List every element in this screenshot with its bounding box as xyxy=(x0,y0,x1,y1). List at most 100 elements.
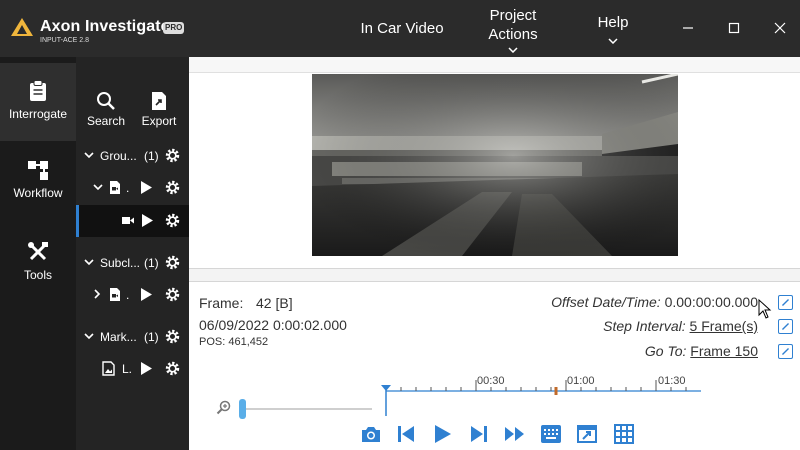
chevron-right-icon[interactable] xyxy=(93,289,101,299)
image-file-icon xyxy=(102,361,115,376)
tree-row-file[interactable]: . xyxy=(76,173,189,203)
step-back-icon[interactable] xyxy=(394,422,418,446)
zoom-slider-track[interactable] xyxy=(240,408,372,410)
offset-label: Offset Date/Time: xyxy=(551,294,661,310)
nav-workflow-label: Workflow xyxy=(13,186,63,200)
grid-icon[interactable] xyxy=(612,422,636,446)
viewer-divider[interactable] xyxy=(189,268,800,282)
playback-info-panel: Frame: 42 [B] 06/09/2022 0:00:02.000 POS… xyxy=(189,282,800,450)
file-video-icon xyxy=(110,288,120,301)
tree-marker-label: Mark... xyxy=(100,330,137,344)
nav-tools[interactable]: Tools xyxy=(0,227,76,305)
search-button[interactable]: Search xyxy=(86,91,126,128)
gear-icon[interactable] xyxy=(164,179,181,196)
chevron-down-icon[interactable] xyxy=(84,151,94,159)
play-icon[interactable] xyxy=(140,361,153,376)
play-icon[interactable] xyxy=(430,422,454,446)
tree-row-group[interactable]: Grou... (1) xyxy=(76,141,189,171)
step-label: Step Interval: xyxy=(603,318,686,334)
minimize-icon[interactable] xyxy=(678,18,698,38)
close-icon[interactable] xyxy=(770,18,790,38)
step-interval-field: Step Interval: 5 Frame(s) xyxy=(603,318,758,334)
tree-row-subclip-file[interactable]: . xyxy=(76,280,189,310)
offset-datetime-field: Offset Date/Time: 0.00:00:00.000 xyxy=(551,294,758,310)
gear-icon[interactable] xyxy=(164,147,181,164)
clipboard-icon xyxy=(30,80,46,101)
menu-in-car-video[interactable]: In Car Video xyxy=(352,20,452,37)
nav-tools-label: Tools xyxy=(23,268,52,282)
fast-forward-icon[interactable] xyxy=(503,422,527,446)
menu-project-actions[interactable]: Project Actions xyxy=(473,6,553,53)
menu-help[interactable]: Help xyxy=(588,14,638,44)
export-label: Export xyxy=(141,114,177,128)
nav-interrogate[interactable]: Interrogate xyxy=(0,63,76,141)
export-frame-icon[interactable] xyxy=(575,422,599,446)
gear-icon[interactable] xyxy=(164,286,181,303)
chevron-down-icon[interactable] xyxy=(84,258,94,266)
snapshot-camera-icon[interactable] xyxy=(359,422,383,446)
timeline-tick-label: 00:30 xyxy=(477,375,505,387)
parking-garage-video-frame xyxy=(312,74,678,256)
step-forward-icon[interactable] xyxy=(467,422,491,446)
pro-badge: PRO xyxy=(163,22,185,34)
menu-project-actions-line1: Project xyxy=(489,7,537,24)
edit-offset-icon[interactable] xyxy=(778,295,793,310)
video-frame[interactable] xyxy=(312,74,678,256)
menu-in-car-video-label: In Car Video xyxy=(360,20,444,37)
tree-row-video-selected[interactable] xyxy=(76,205,189,237)
tree-subclip-file-label: . xyxy=(126,288,130,302)
play-icon[interactable] xyxy=(140,287,153,302)
axon-logo-icon xyxy=(11,18,33,36)
tools-icon xyxy=(28,242,48,261)
chevron-down-icon xyxy=(608,38,618,44)
step-value-link[interactable]: 5 Frame(s) xyxy=(690,318,758,334)
keyboard-icon[interactable] xyxy=(539,422,563,446)
media-tree-panel: Search Export Grou... (1) . Subcl... (1) xyxy=(76,57,189,450)
play-icon[interactable] xyxy=(140,180,153,195)
chevron-down-icon[interactable] xyxy=(93,183,103,191)
chevron-down-icon[interactable] xyxy=(84,332,94,340)
video-viewer[interactable] xyxy=(189,73,800,269)
workflow-icon xyxy=(28,161,48,180)
nav-workflow[interactable]: Workflow xyxy=(0,147,76,225)
gear-icon[interactable] xyxy=(164,212,181,229)
frame-datetime: 06/09/2022 0:00:02.000 xyxy=(199,317,347,333)
app-title: Axon Investigate xyxy=(40,18,170,35)
gear-icon[interactable] xyxy=(164,360,181,377)
menu-project-actions-line2: Actions xyxy=(488,26,538,43)
goto-value-link[interactable]: Frame 150 xyxy=(690,343,758,359)
frame-position: POS: 461,452 xyxy=(199,336,269,348)
gear-icon[interactable] xyxy=(164,254,181,271)
edit-goto-icon[interactable] xyxy=(778,344,793,359)
offset-value: 0.00:00:00.000 xyxy=(664,294,758,310)
menu-help-label: Help xyxy=(597,14,629,31)
left-nav: Interrogate Workflow Tools xyxy=(0,57,76,450)
timeline-tick-label: 01:30 xyxy=(658,375,686,387)
search-label: Search xyxy=(86,114,126,128)
video-camera-icon xyxy=(122,217,134,224)
goto-label: Go To: xyxy=(644,343,687,359)
zoom-slider-thumb[interactable] xyxy=(239,399,246,419)
tree-row-marker-image[interactable]: L. xyxy=(76,354,189,384)
maximize-icon[interactable] xyxy=(724,18,744,38)
app-version: INPUT-ACE 2.8 xyxy=(40,37,90,44)
export-button[interactable]: Export xyxy=(139,91,179,128)
frame-label: Frame: xyxy=(199,295,244,311)
chevron-down-icon xyxy=(508,47,518,53)
tree-file-label: . xyxy=(126,181,130,195)
zoom-icon xyxy=(216,400,231,415)
timeline-tick-label: 01:00 xyxy=(567,375,595,387)
gear-icon[interactable] xyxy=(164,328,181,345)
viewer-top-strip xyxy=(189,57,800,73)
tree-subclip-label: Subcl... xyxy=(100,256,141,270)
tree-group-count: (1) xyxy=(144,149,159,163)
timeline-ruler[interactable] xyxy=(379,378,704,418)
tree-subclip-count: (1) xyxy=(144,256,159,270)
tree-row-subclips[interactable]: Subcl... (1) xyxy=(76,248,189,278)
tree-row-markers[interactable]: Mark... (1) xyxy=(76,322,189,352)
edit-step-icon[interactable] xyxy=(778,319,793,334)
frame-value: 42 [B] xyxy=(256,295,293,311)
title-bar: Axon Investigate PRO INPUT-ACE 2.8 In Ca… xyxy=(0,0,800,57)
file-video-icon xyxy=(110,181,120,194)
play-icon[interactable] xyxy=(141,213,154,228)
